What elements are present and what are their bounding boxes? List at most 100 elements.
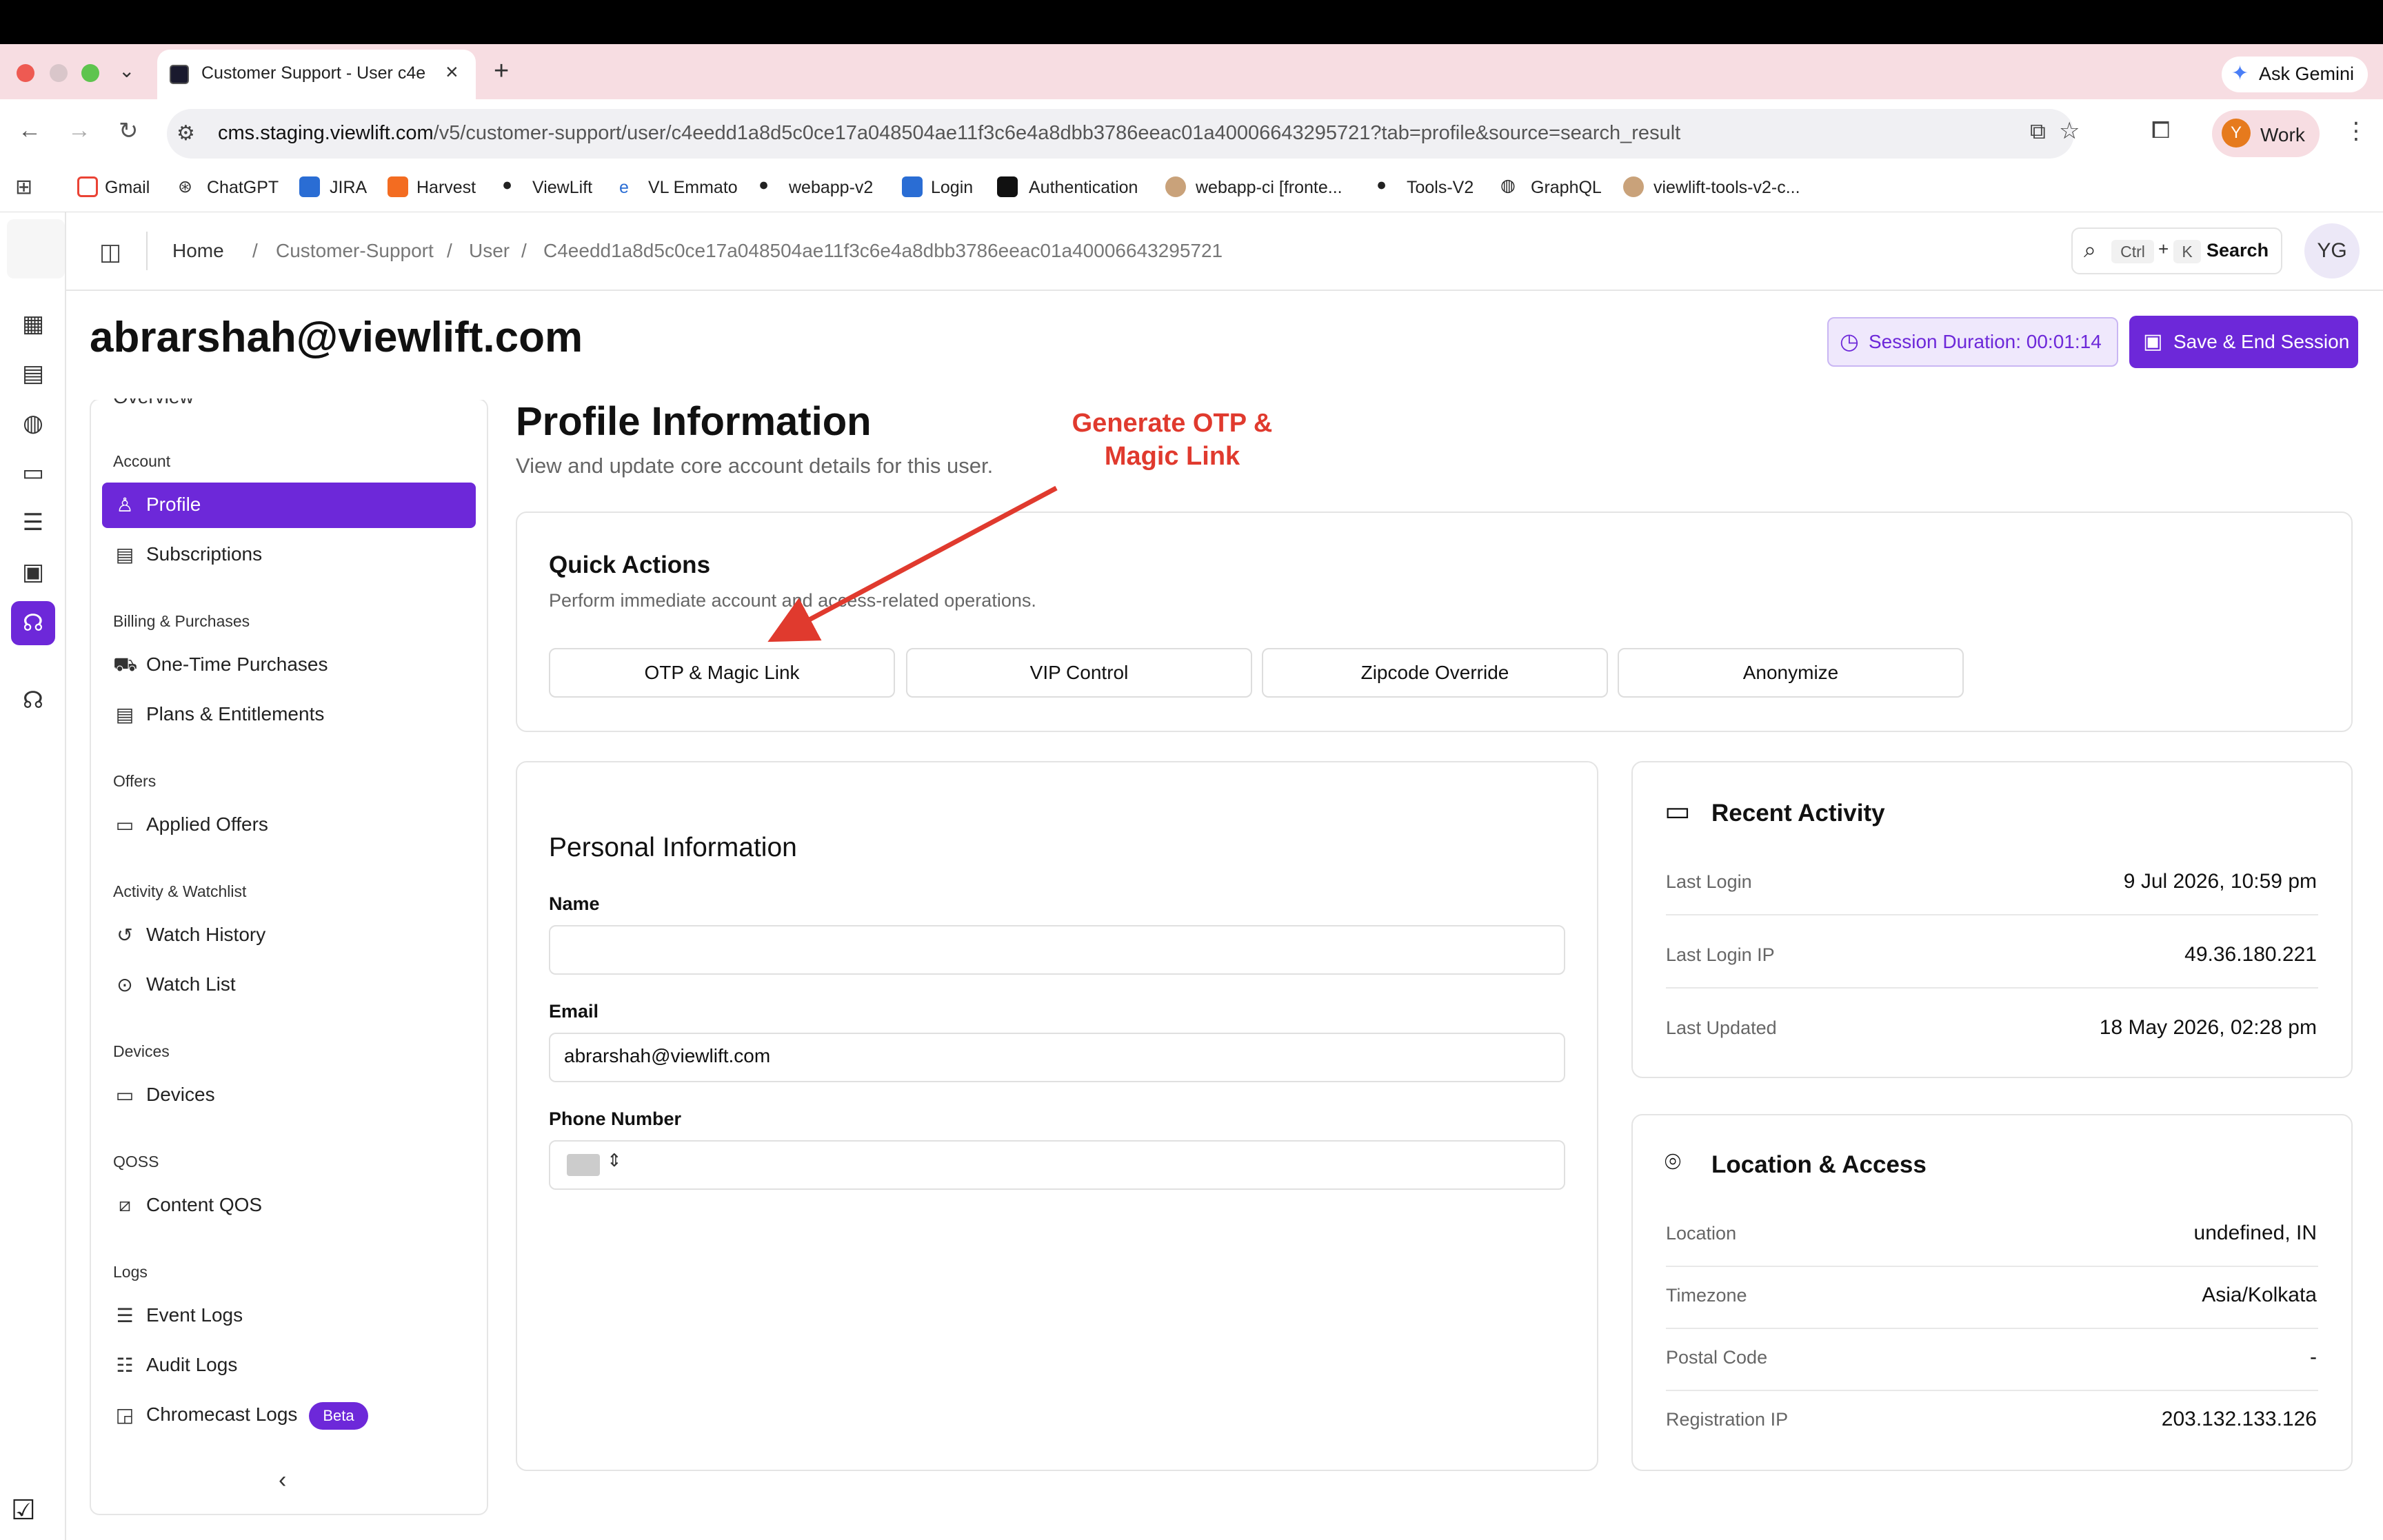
search-icon: ⌕ bbox=[2084, 237, 2096, 262]
nav-item-profile-label: Profile bbox=[146, 494, 201, 515]
back-arrow-icon[interactable]: ← bbox=[18, 117, 41, 144]
breadcrumb-customer-support[interactable]: Customer-Support bbox=[276, 240, 434, 262]
nav-item-event-logs[interactable]: Event Logs bbox=[146, 1304, 243, 1326]
chatgpt-icon: ⊛ bbox=[178, 177, 192, 196]
site-info-icon[interactable]: ⚙ bbox=[177, 121, 195, 145]
quick-actions-subtitle: Perform immediate account and access-rel… bbox=[549, 590, 1036, 611]
sidebar-toggle-icon[interactable]: ◫ bbox=[99, 239, 121, 266]
bookmark-graphql[interactable]: GraphQL bbox=[1531, 178, 1602, 198]
profile-label: Work bbox=[2260, 124, 2305, 145]
nav-item-chromecast-logs[interactable]: Chromecast Logs bbox=[146, 1404, 297, 1426]
url-domain: cms.staging.viewlift.com bbox=[218, 122, 434, 144]
location-key: Location bbox=[1666, 1223, 1737, 1244]
last-updated-value: 18 May 2026, 02:28 pm bbox=[2099, 1016, 2317, 1039]
nav-item-applied-offers[interactable]: Applied Offers bbox=[146, 813, 268, 835]
breadcrumb-separator: / bbox=[447, 240, 452, 261]
browser-menu-icon[interactable]: ⋮ bbox=[2344, 117, 2368, 145]
list-filter-icon: ☰ bbox=[116, 1305, 134, 1326]
tab-search-chevron-icon[interactable]: ⌄ bbox=[119, 59, 134, 82]
receipt-icon: ▤ bbox=[115, 544, 134, 565]
install-app-icon[interactable]: ⧉ bbox=[2030, 119, 2046, 145]
save-end-session-label: Save & End Session bbox=[2173, 331, 2350, 352]
nav-group-billing: Billing & Purchases bbox=[113, 612, 250, 630]
tab-close-icon[interactable]: × bbox=[445, 59, 459, 85]
bookmark-authentication[interactable]: Authentication bbox=[1029, 178, 1138, 198]
nav-item-plans-entitlements[interactable]: Plans & Entitlements bbox=[146, 703, 324, 725]
bookmark-webapp-ci[interactable]: webapp-ci [fronte... bbox=[1196, 178, 1343, 198]
timezone-value: Asia/Kolkata bbox=[2202, 1284, 2317, 1306]
bookmark-harvest[interactable]: Harvest bbox=[416, 178, 476, 198]
clock-icon: ◷ bbox=[1840, 329, 1859, 354]
otp-magic-link-button[interactable]: OTP & Magic Link bbox=[549, 648, 895, 698]
chart-line-icon: ⧄ bbox=[119, 1194, 131, 1215]
nav-item-one-time-purchases[interactable]: One-Time Purchases bbox=[146, 654, 328, 676]
breadcrumb-user[interactable]: User bbox=[469, 240, 510, 262]
breadcrumb-separator: / bbox=[252, 240, 258, 261]
bookmark-viewlift[interactable]: ViewLift bbox=[532, 178, 592, 198]
url-path: /v5/customer-support/user/c4eedd1a8d5c0c… bbox=[433, 122, 1681, 144]
zipcode-override-button[interactable]: Zipcode Override bbox=[1262, 648, 1608, 698]
bookmark-chatgpt[interactable]: ChatGPT bbox=[207, 178, 279, 198]
profile-section-title: Profile Information bbox=[516, 399, 872, 444]
maximize-window-button[interactable] bbox=[81, 64, 99, 82]
email-label: Email bbox=[549, 1001, 599, 1022]
nav-item-watch-history[interactable]: Watch History bbox=[146, 924, 265, 946]
last-login-key: Last Login bbox=[1666, 871, 1752, 892]
url-text[interactable]: cms.staging.viewlift.com/v5/customer-sup… bbox=[218, 122, 1680, 145]
location-value: undefined, IN bbox=[2193, 1222, 2317, 1244]
globe-icon[interactable]: ◍ bbox=[18, 409, 48, 437]
login-icon bbox=[902, 176, 923, 197]
jenkins-icon bbox=[1165, 176, 1186, 197]
minimize-window-button[interactable] bbox=[50, 64, 68, 82]
bookmark-jira[interactable]: JIRA bbox=[330, 178, 367, 198]
nav-item-watch-list[interactable]: Watch List bbox=[146, 973, 236, 995]
layout-icon[interactable]: ▣ bbox=[18, 558, 48, 586]
headset-icon[interactable]: ☊ bbox=[18, 687, 48, 714]
dashboard-icon[interactable]: ▦ bbox=[18, 310, 48, 338]
sliders-icon[interactable]: ☰ bbox=[18, 509, 48, 536]
monitor-icon: ▭ bbox=[1665, 796, 1691, 827]
bookmark-webapp-v2[interactable]: webapp-v2 bbox=[789, 178, 873, 198]
nav-item-devices[interactable]: Devices bbox=[146, 1084, 215, 1106]
new-tab-icon[interactable]: + bbox=[494, 57, 509, 86]
postal-code-key: Postal Code bbox=[1666, 1347, 1768, 1368]
app-logo[interactable] bbox=[7, 219, 65, 278]
collapse-sidebar-chevron-icon[interactable]: ‹ bbox=[279, 1467, 286, 1494]
github-icon: ● bbox=[502, 175, 513, 194]
chevrons-up-down-icon[interactable]: ⇕ bbox=[607, 1150, 622, 1171]
name-field[interactable] bbox=[549, 925, 1565, 975]
last-login-ip-key: Last Login IP bbox=[1666, 944, 1775, 965]
bookmark-vl-emmato[interactable]: VL Emmato bbox=[648, 178, 738, 198]
nav-overview-partial[interactable]: Overview bbox=[113, 398, 194, 408]
bookmark-viewlift-tools[interactable]: viewlift-tools-v2-c... bbox=[1653, 178, 1800, 198]
bookmark-login[interactable]: Login bbox=[931, 178, 973, 198]
country-flag-icon[interactable] bbox=[567, 1154, 600, 1176]
registration-ip-value: 203.132.133.126 bbox=[2161, 1408, 2317, 1430]
play-circle-icon: ⊙ bbox=[117, 974, 133, 995]
film-icon[interactable]: ▤ bbox=[18, 360, 48, 387]
bookmark-star-icon[interactable]: ☆ bbox=[2059, 117, 2080, 145]
tab-title: Customer Support - User c4e bbox=[201, 63, 426, 83]
recent-activity-title: Recent Activity bbox=[1711, 800, 1885, 827]
vip-control-button[interactable]: VIP Control bbox=[906, 648, 1252, 698]
apps-grid-icon[interactable]: ⊞ bbox=[15, 175, 32, 199]
nav-item-subscriptions[interactable]: Subscriptions bbox=[146, 543, 262, 565]
breadcrumb-home[interactable]: Home bbox=[172, 240, 224, 262]
close-window-button[interactable] bbox=[17, 64, 34, 82]
anonymize-button[interactable]: Anonymize bbox=[1618, 648, 1964, 698]
cast-icon: ◲ bbox=[115, 1404, 134, 1426]
bookmark-tools-v2[interactable]: Tools-V2 bbox=[1407, 178, 1474, 198]
forward-arrow-icon[interactable]: → bbox=[68, 117, 91, 144]
extensions-icon[interactable]: ⧠ bbox=[2151, 117, 2170, 144]
profile-section-subtitle: View and update core account details for… bbox=[516, 454, 994, 478]
nav-group-activity: Activity & Watchlist bbox=[113, 882, 247, 900]
nav-item-content-qos[interactable]: Content QOS bbox=[146, 1194, 262, 1216]
user-avatar[interactable]: YG bbox=[2304, 223, 2360, 278]
timezone-key: Timezone bbox=[1666, 1285, 1747, 1306]
phone-number-field[interactable] bbox=[549, 1140, 1565, 1190]
reload-icon[interactable]: ↻ bbox=[119, 117, 139, 145]
bookmark-gmail[interactable]: Gmail bbox=[105, 178, 150, 198]
task-check-icon[interactable]: ☑ bbox=[11, 1495, 36, 1526]
wallet-icon[interactable]: ▭ bbox=[18, 459, 48, 487]
nav-item-audit-logs[interactable]: Audit Logs bbox=[146, 1354, 237, 1376]
